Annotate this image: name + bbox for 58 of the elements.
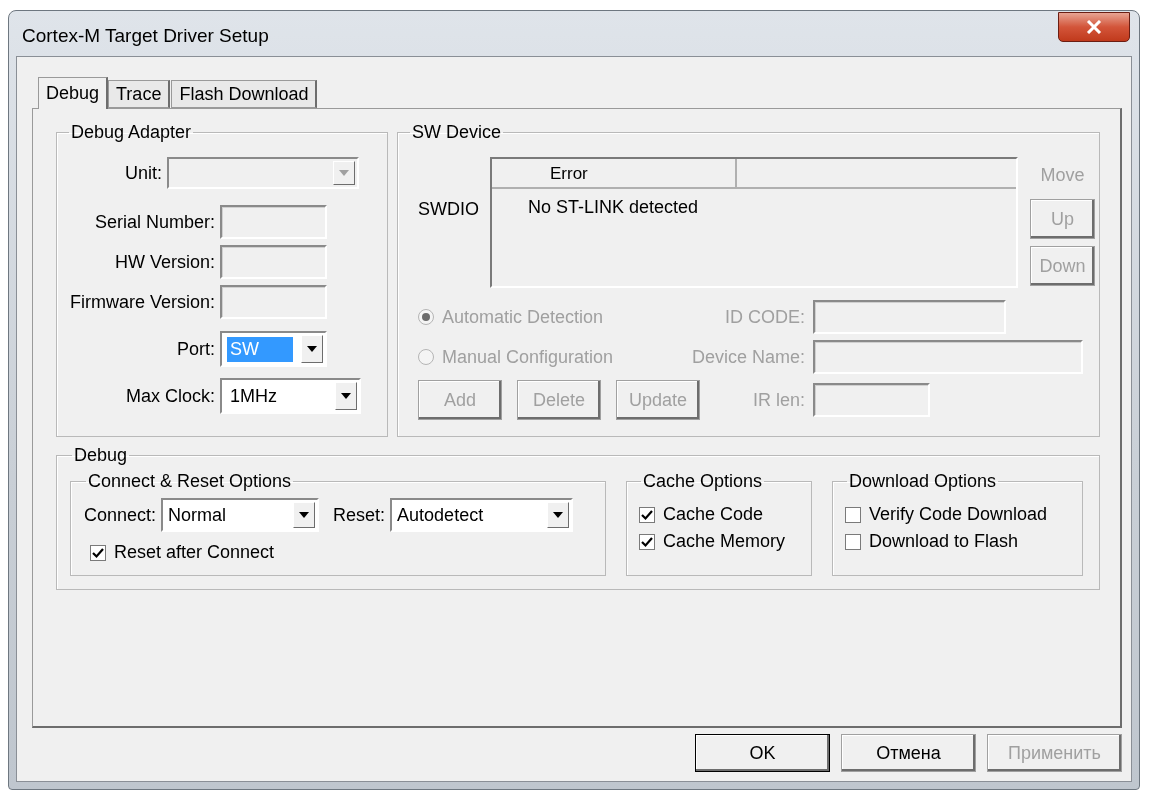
caret-icon xyxy=(553,512,564,518)
checkmark-icon xyxy=(641,508,653,521)
window-title: Cortex-M Target Driver Setup xyxy=(22,25,269,47)
field-label: Firmware Version: xyxy=(68,291,215,313)
group-title: Connect & Reset Options xyxy=(87,471,293,492)
dropdown-value: Autodetect xyxy=(396,503,485,527)
caret-icon xyxy=(307,346,317,352)
checkbox[interactable] xyxy=(639,533,655,550)
checkbox-label[interactable]: Reset after Connect xyxy=(114,542,275,563)
group-title: Cache Options xyxy=(642,471,764,492)
checkmark-icon xyxy=(92,546,104,559)
group-title: Download Options xyxy=(848,471,998,492)
close-button[interactable] xyxy=(1058,12,1130,42)
checkbox[interactable] xyxy=(90,544,106,561)
caret-icon xyxy=(341,393,351,399)
dropdown-arrow-button[interactable] xyxy=(547,502,570,528)
field-label: Reset: xyxy=(333,504,386,526)
field-label: Serial Number: xyxy=(93,211,215,233)
group-title: Debug xyxy=(73,445,129,466)
reset-dropdown[interactable]: Autodetect xyxy=(390,498,574,532)
dropdown-arrow-button[interactable] xyxy=(301,335,323,363)
interface-label: SWDIO xyxy=(418,199,480,221)
field-label: Max Clock: xyxy=(125,385,215,407)
group-title: Debug Adapter xyxy=(70,122,193,143)
tab[interactable]: Trace xyxy=(108,80,171,108)
checkbox-label[interactable]: Verify Code Download xyxy=(869,504,1048,525)
field-label: ID CODE: xyxy=(725,306,805,328)
close-icon xyxy=(1086,20,1102,34)
field-label: IR len: xyxy=(752,389,805,411)
dropdown-arrow-button[interactable] xyxy=(335,382,357,410)
checkbox[interactable] xyxy=(639,506,655,523)
dropdown-value: SW xyxy=(227,336,293,362)
tab[interactable]: Debug xyxy=(38,77,109,109)
checkbox[interactable] xyxy=(845,506,861,523)
dropdown-value: Normal xyxy=(167,503,228,527)
dropdown-value: 1MHz xyxy=(229,384,278,408)
checkbox-label[interactable]: Download to Flash xyxy=(869,531,1019,552)
max-clock-dropdown[interactable]: 1MHz xyxy=(220,378,361,414)
connect-dropdown[interactable]: Normal xyxy=(161,498,320,532)
checkbox-label[interactable]: Cache Code xyxy=(663,504,764,525)
column-header[interactable]: Error xyxy=(492,159,737,187)
field-label: Unit: xyxy=(124,162,162,184)
field-label: HW Version: xyxy=(113,251,215,273)
dropdown-arrow-button[interactable] xyxy=(293,502,316,528)
field-label: Device Name: xyxy=(691,346,805,368)
field-label: Port: xyxy=(176,338,215,360)
dialog-button[interactable]: OK xyxy=(695,734,830,772)
caret-icon xyxy=(299,512,310,518)
list-cell-text: No ST-LINK detected xyxy=(528,197,700,218)
group-title: SW Device xyxy=(411,122,502,143)
checkmark-icon xyxy=(641,535,653,548)
tab[interactable]: Flash Download xyxy=(171,80,318,108)
checkbox-label[interactable]: Cache Memory xyxy=(663,531,786,552)
caret-icon xyxy=(339,170,349,176)
dialog-button[interactable]: Отмена xyxy=(841,734,976,772)
move-label: Move xyxy=(1040,165,1085,186)
field-label: Connect: xyxy=(84,504,157,526)
checkbox[interactable] xyxy=(845,533,861,550)
